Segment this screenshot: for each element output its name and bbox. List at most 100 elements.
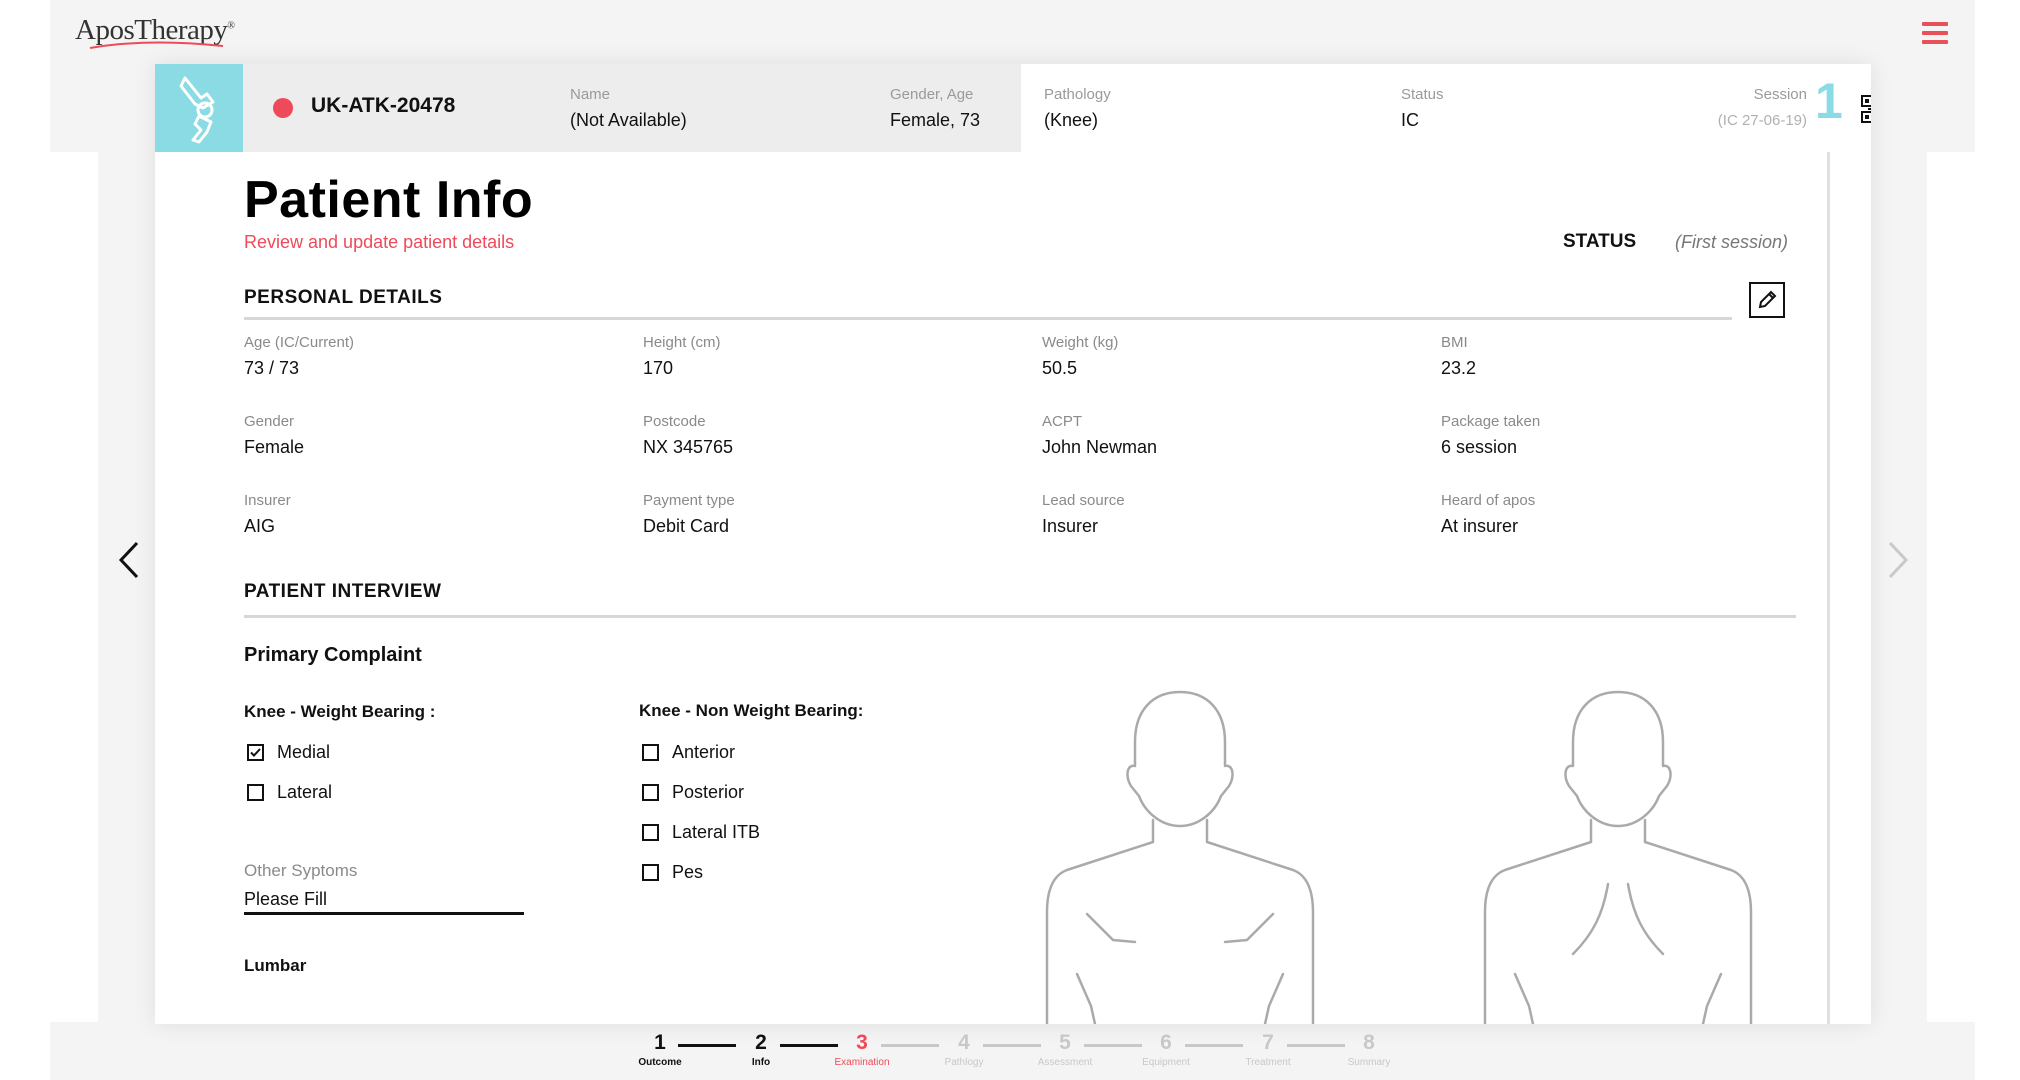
step-number: 2: [755, 1031, 767, 1054]
gender-age-label: Gender, Age: [890, 86, 974, 103]
body-front-figure[interactable]: [1035, 684, 1325, 1024]
bmi-value: 23.2: [1441, 358, 1477, 378]
progress-stepper: 1 Outcome 2 Info 3 Examination 4 Pathlog…: [630, 1032, 1390, 1077]
step-label: Outcome: [638, 1057, 682, 1068]
step-number: 7: [1262, 1031, 1274, 1054]
step-label: Info: [751, 1057, 771, 1068]
medial-label[interactable]: Medial: [277, 742, 330, 763]
pes-checkbox[interactable]: [642, 864, 659, 881]
insurer-label: Insurer: [244, 492, 291, 509]
posterior-label[interactable]: Posterior: [672, 782, 744, 803]
hamburger-menu-icon[interactable]: [1922, 22, 1948, 44]
patient-interview-heading: PATIENT INTERVIEW: [244, 581, 442, 602]
step-number: 1: [654, 1031, 666, 1054]
age-value: 73 / 73: [244, 358, 300, 378]
step-outcome[interactable]: 1 Outcome: [615, 1032, 705, 1068]
scrollbar-track[interactable]: [1827, 152, 1830, 1024]
pes-label[interactable]: Pes: [672, 862, 703, 883]
patient-id: UK-ATK-20478: [311, 94, 456, 117]
weight-label: Weight (kg): [1042, 334, 1119, 351]
gender-age-value: Female, 73: [890, 110, 981, 130]
age-label: Age (IC/Current): [244, 334, 355, 351]
bmi-label: BMI: [1441, 334, 1468, 351]
step-assessment[interactable]: 5 Assessment: [1020, 1032, 1110, 1068]
step-info[interactable]: 2 Info: [716, 1032, 806, 1068]
height-label: Height (cm): [643, 334, 721, 351]
package-value: 6 session: [1441, 437, 1518, 457]
weight-value: 50.5: [1042, 358, 1078, 378]
session-status-label: STATUS: [1563, 231, 1637, 252]
lead-source-label: Lead source: [1042, 492, 1125, 509]
session-number: 1: [1815, 73, 1843, 129]
gender-label: Gender: [244, 413, 295, 430]
previous-page-panel: [50, 152, 98, 1022]
payment-type-label: Payment type: [643, 492, 735, 509]
heard-of-apos-label: Heard of apos: [1441, 492, 1536, 509]
pathology-value: (Knee): [1044, 110, 1099, 130]
status-value: IC: [1401, 110, 1419, 130]
step-equipment[interactable]: 6 Equipment: [1121, 1032, 1211, 1068]
acpt-value: John Newman: [1042, 437, 1158, 457]
step-label: Pathlogy: [944, 1057, 984, 1068]
step-pathology[interactable]: 4 Pathlogy: [919, 1032, 1009, 1068]
lateral-itb-checkbox[interactable]: [642, 824, 659, 841]
payment-type-value: Debit Card: [643, 516, 730, 536]
lateral-itb-label[interactable]: Lateral ITB: [672, 822, 760, 843]
primary-complaint-heading: Primary Complaint: [244, 644, 422, 666]
acpt-label: ACPT: [1042, 413, 1083, 430]
postcode-label: Postcode: [643, 413, 706, 430]
posterior-checkbox[interactable]: [642, 784, 659, 801]
step-label: Examination: [834, 1057, 890, 1068]
anterior-checkbox[interactable]: [642, 744, 659, 761]
step-number: 6: [1160, 1031, 1172, 1054]
session-status-value: (First session): [1675, 232, 1789, 252]
medial-checkbox[interactable]: [247, 744, 264, 761]
section-divider: [244, 615, 1796, 618]
section-divider: [244, 317, 1732, 320]
personal-details-heading: PERSONAL DETAILS: [244, 287, 443, 308]
logo-swoosh-icon: [89, 41, 224, 49]
anterior-label[interactable]: Anterior: [672, 742, 735, 763]
previous-arrow-icon[interactable]: [115, 535, 145, 585]
step-number: 5: [1059, 1031, 1071, 1054]
step-label: Treatment: [1245, 1057, 1291, 1068]
non-weight-bearing-heading: Knee - Non Weight Bearing:: [639, 701, 864, 720]
edit-details-button[interactable]: [1749, 282, 1785, 318]
lead-source-value: Insurer: [1042, 516, 1099, 536]
pencil-icon: [1758, 290, 1777, 309]
qr-code-icon[interactable]: [1860, 94, 1871, 124]
name-label: Name: [570, 86, 611, 103]
session-label: Session: [1753, 86, 1807, 103]
name-value: (Not Available): [570, 110, 687, 130]
step-label: Assessment: [1037, 1057, 1093, 1068]
lateral-label[interactable]: Lateral: [277, 782, 332, 803]
status-label: Status: [1401, 86, 1444, 103]
step-number: 8: [1363, 1031, 1375, 1054]
status-dot: [273, 98, 293, 118]
page-title: Patient Info: [244, 171, 534, 229]
next-arrow-icon[interactable]: [1882, 535, 1912, 585]
step-number: 4: [958, 1031, 970, 1054]
package-label: Package taken: [1441, 413, 1541, 430]
body-back-figure[interactable]: [1473, 684, 1763, 1024]
postcode-value: NX 345765: [643, 437, 734, 457]
gender-value: Female: [244, 437, 305, 457]
step-treatment[interactable]: 7 Treatment: [1223, 1032, 1313, 1068]
insurer-value: AIG: [244, 516, 276, 536]
lateral-checkbox[interactable]: [247, 784, 264, 801]
knee-joint-icon: [155, 64, 243, 152]
lumbar-heading: Lumbar: [244, 956, 307, 975]
step-summary[interactable]: 8 Summary: [1324, 1032, 1414, 1068]
patient-card: UK-ATK-20478 Name (Not Available) Gender…: [155, 64, 1871, 1024]
session-date: (IC 27-06-19): [1717, 112, 1807, 129]
step-examination[interactable]: 3 Examination: [817, 1032, 907, 1068]
other-symptoms-input[interactable]: [244, 886, 524, 915]
heard-of-apos-value: At insurer: [1441, 516, 1519, 536]
page-subtitle: Review and update patient details: [244, 232, 515, 252]
patient-header-bar: UK-ATK-20478 Name (Not Available) Gender…: [155, 64, 1871, 152]
height-value: 170: [643, 358, 674, 378]
weight-bearing-heading: Knee - Weight Bearing :: [244, 702, 436, 721]
step-label: Summary: [1347, 1057, 1391, 1068]
step-number: 3: [856, 1031, 868, 1054]
pathology-label: Pathology: [1044, 86, 1111, 103]
